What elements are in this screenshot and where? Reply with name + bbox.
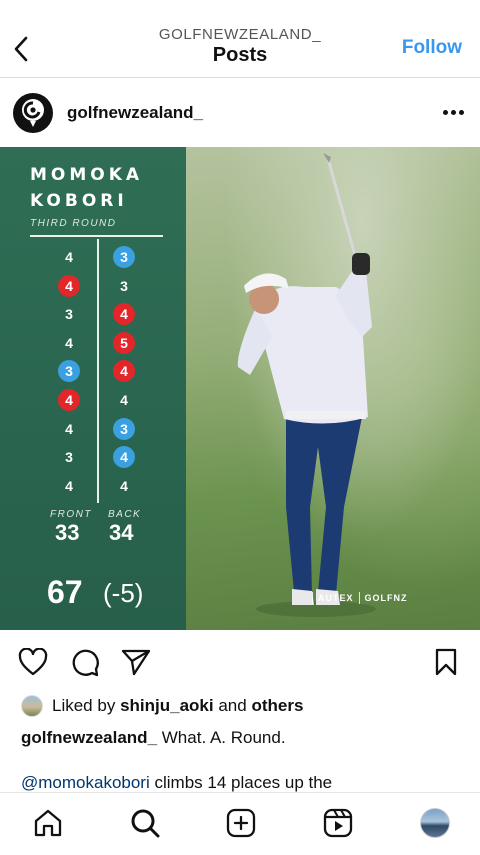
like-button[interactable] <box>17 646 49 678</box>
mention-link[interactable]: @momokakobori <box>21 773 150 792</box>
front-hole-score: 3 <box>58 360 80 383</box>
comment-button[interactable] <box>69 646 101 678</box>
save-button[interactable] <box>430 646 462 678</box>
back-hole-score: 4 <box>113 360 135 383</box>
nav-create[interactable] <box>224 806 258 840</box>
nav-reels[interactable] <box>321 806 355 840</box>
likes-others-link[interactable]: others <box>251 696 303 716</box>
back-hole-score: 4 <box>120 392 128 408</box>
more-options-button[interactable] <box>438 98 468 126</box>
front-hole-score: 4 <box>58 389 80 411</box>
home-icon <box>34 809 62 837</box>
front-hole-score: 4 <box>65 420 73 437</box>
front-total: 33 <box>55 520 80 545</box>
caption-text: What. A. Round. <box>161 728 286 747</box>
golf-nz-logo-icon <box>22 99 44 127</box>
post-header: golfnewzealand_ <box>0 78 480 147</box>
top-bar: GOLFNEWZEALAND_ Posts Follow <box>0 0 480 78</box>
sponsor-logos: AUTEX GOLFNZ <box>312 589 408 607</box>
front-hole-score: 3 <box>65 449 73 466</box>
nav-search[interactable] <box>128 806 162 840</box>
search-icon <box>131 809 160 838</box>
caption-continued-text: climbs 14 places up the <box>154 773 333 792</box>
likes-and: and <box>218 696 247 715</box>
post-actions <box>0 640 480 684</box>
back-label: BACK <box>108 509 142 520</box>
front-hole-score: 3 <box>65 306 73 323</box>
front-hole-score: 4 <box>58 274 80 297</box>
golfer-photo <box>237 153 376 617</box>
nine-divider <box>97 239 99 503</box>
back-total: 34 <box>109 520 134 545</box>
avatar[interactable] <box>13 93 53 133</box>
likes-prefix: Liked by <box>52 696 116 715</box>
front-hole-score: 4 <box>65 249 73 265</box>
nav-profile[interactable] <box>418 806 452 840</box>
player-first-name: MOMOKA <box>30 165 144 185</box>
back-hole-score: 3 <box>120 277 128 294</box>
liker-avatar <box>21 695 43 717</box>
likes-summary[interactable]: Liked by shinju_aoki and others <box>21 694 303 718</box>
nav-home[interactable] <box>31 806 65 840</box>
back-hole-score: 3 <box>113 417 135 440</box>
front-label: FRONT <box>50 509 92 520</box>
back-hole-score: 4 <box>113 303 135 326</box>
round-label: THIRD ROUND <box>30 218 117 229</box>
caption-continued: @momokakobori climbs 14 places up the <box>21 773 332 793</box>
post-username[interactable]: golfnewzealand_ <box>67 103 203 123</box>
share-button[interactable] <box>120 646 152 678</box>
liker-username[interactable]: shinju_aoki <box>120 696 214 716</box>
back-hole-score: 4 <box>113 446 135 469</box>
add-post-icon <box>226 808 256 838</box>
follow-button[interactable]: Follow <box>402 37 462 59</box>
reels-icon <box>323 808 353 838</box>
caption-username[interactable]: golfnewzealand_ <box>21 728 157 747</box>
scorecard-panel: MOMOKA KOBORI THIRD ROUND FRONT 33 BACK … <box>0 147 186 630</box>
back-hole-score: 5 <box>113 331 135 354</box>
bookmark-icon <box>435 648 457 676</box>
back-hole-score: 4 <box>120 477 128 494</box>
scorecard-divider <box>30 235 163 237</box>
send-icon <box>121 649 151 676</box>
round-to-par: (-5) <box>103 578 144 608</box>
round-total: 67 <box>47 574 83 610</box>
front-hole-score: 4 <box>65 477 73 494</box>
caption: golfnewzealand_ What. A. Round. <box>21 728 286 748</box>
comment-icon <box>72 649 99 677</box>
bottom-nav <box>0 792 480 855</box>
front-hole-score: 4 <box>65 334 73 351</box>
profile-avatar <box>420 808 450 838</box>
back-hole-score: 3 <box>113 246 135 268</box>
more-horizontal-icon <box>442 109 464 115</box>
post-image[interactable]: MOMOKA KOBORI THIRD ROUND FRONT 33 BACK … <box>0 147 480 630</box>
heart-icon <box>18 648 48 676</box>
sponsor-logo: GOLFNZ <box>364 593 408 603</box>
sponsor-logo: AUTEX <box>318 593 354 603</box>
player-last-name: KOBORI <box>30 191 128 211</box>
